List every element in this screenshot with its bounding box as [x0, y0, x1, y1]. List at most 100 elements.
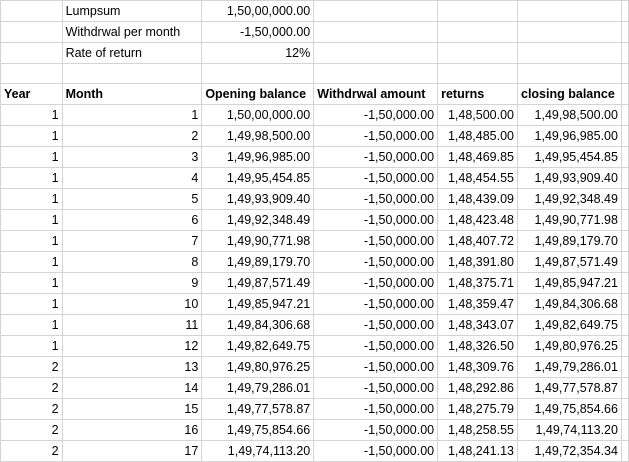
year-cell[interactable]: 1 [0, 293, 63, 315]
input-value-cell[interactable]: 1,50,00,000.00 [201, 0, 315, 22]
month-cell[interactable]: 14 [61, 377, 203, 399]
opening-balance-cell[interactable]: 1,49,82,649.75 [201, 335, 315, 357]
opening-balance-cell[interactable]: 1,49,75,854.66 [201, 419, 315, 441]
closing-balance-cell[interactable]: 1,49,85,947.21 [517, 272, 622, 294]
empty-cell[interactable] [517, 21, 622, 43]
input-label-cell[interactable]: Rate of return [61, 42, 203, 64]
month-cell[interactable]: 4 [61, 167, 203, 189]
withdrawal-amount-cell[interactable]: -1,50,000.00 [313, 335, 439, 357]
month-cell[interactable]: 1 [61, 104, 203, 126]
returns-cell[interactable]: 1,48,375.71 [437, 272, 518, 294]
empty-cell[interactable] [620, 356, 629, 378]
empty-cell[interactable] [620, 167, 629, 189]
opening-balance-cell[interactable]: 1,49,89,179.70 [201, 251, 315, 273]
input-value-cell[interactable]: 12% [201, 42, 315, 64]
year-cell[interactable]: 2 [0, 440, 63, 462]
empty-cell[interactable] [620, 104, 629, 126]
withdrawal-amount-cell[interactable]: -1,50,000.00 [313, 398, 439, 420]
returns-cell[interactable]: 1,48,391.80 [437, 251, 518, 273]
column-header[interactable]: Opening balance [201, 83, 315, 105]
empty-cell[interactable] [620, 209, 629, 231]
empty-cell[interactable] [620, 0, 629, 22]
column-header[interactable]: Month [61, 83, 203, 105]
returns-cell[interactable]: 1,48,343.07 [437, 314, 518, 336]
month-cell[interactable]: 16 [61, 419, 203, 441]
returns-cell[interactable]: 1,48,326.50 [437, 335, 518, 357]
input-value-cell[interactable]: -1,50,000.00 [201, 21, 315, 43]
column-header[interactable]: Year [0, 83, 63, 105]
empty-cell[interactable] [517, 0, 622, 22]
year-cell[interactable]: 1 [0, 167, 63, 189]
returns-cell[interactable]: 1,48,469.85 [437, 146, 518, 168]
withdrawal-amount-cell[interactable]: -1,50,000.00 [313, 230, 439, 252]
column-header[interactable]: Withdrwal amount [313, 83, 439, 105]
closing-balance-cell[interactable]: 1,49,95,454.85 [517, 146, 622, 168]
month-cell[interactable]: 5 [61, 188, 203, 210]
empty-cell[interactable] [620, 377, 629, 399]
empty-cell[interactable] [0, 0, 63, 22]
empty-cell[interactable] [620, 146, 629, 168]
year-cell[interactable]: 1 [0, 251, 63, 273]
returns-cell[interactable]: 1,48,309.76 [437, 356, 518, 378]
returns-cell[interactable]: 1,48,258.55 [437, 419, 518, 441]
column-header[interactable]: returns [437, 83, 518, 105]
empty-cell[interactable] [620, 419, 629, 441]
opening-balance-cell[interactable]: 1,49,95,454.85 [201, 167, 315, 189]
empty-cell[interactable] [201, 63, 315, 84]
returns-cell[interactable]: 1,48,454.55 [437, 167, 518, 189]
returns-cell[interactable]: 1,48,439.09 [437, 188, 518, 210]
withdrawal-amount-cell[interactable]: -1,50,000.00 [313, 419, 439, 441]
year-cell[interactable]: 2 [0, 356, 63, 378]
empty-cell[interactable] [517, 63, 622, 84]
closing-balance-cell[interactable]: 1,49,89,179.70 [517, 230, 622, 252]
input-label-cell[interactable]: Lumpsum [61, 0, 203, 22]
year-cell[interactable]: 1 [0, 230, 63, 252]
empty-cell[interactable] [620, 21, 629, 43]
opening-balance-cell[interactable]: 1,49,74,113.20 [201, 440, 315, 462]
year-cell[interactable]: 1 [0, 104, 63, 126]
closing-balance-cell[interactable]: 1,49,84,306.68 [517, 293, 622, 315]
opening-balance-cell[interactable]: 1,49,90,771.98 [201, 230, 315, 252]
closing-balance-cell[interactable]: 1,49,80,976.25 [517, 335, 622, 357]
month-cell[interactable]: 12 [61, 335, 203, 357]
year-cell[interactable]: 1 [0, 188, 63, 210]
empty-cell[interactable] [437, 63, 518, 84]
empty-cell[interactable] [620, 83, 629, 105]
year-cell[interactable]: 1 [0, 146, 63, 168]
month-cell[interactable]: 10 [61, 293, 203, 315]
withdrawal-amount-cell[interactable]: -1,50,000.00 [313, 209, 439, 231]
month-cell[interactable]: 11 [61, 314, 203, 336]
empty-cell[interactable] [437, 42, 518, 64]
withdrawal-amount-cell[interactable]: -1,50,000.00 [313, 167, 439, 189]
empty-cell[interactable] [0, 63, 63, 84]
empty-cell[interactable] [313, 21, 439, 43]
closing-balance-cell[interactable]: 1,49,82,649.75 [517, 314, 622, 336]
withdrawal-amount-cell[interactable]: -1,50,000.00 [313, 377, 439, 399]
returns-cell[interactable]: 1,48,485.00 [437, 125, 518, 147]
empty-cell[interactable] [437, 21, 518, 43]
withdrawal-amount-cell[interactable]: -1,50,000.00 [313, 188, 439, 210]
year-cell[interactable]: 1 [0, 209, 63, 231]
year-cell[interactable]: 1 [0, 125, 63, 147]
closing-balance-cell[interactable]: 1,49,93,909.40 [517, 167, 622, 189]
closing-balance-cell[interactable]: 1,49,77,578.87 [517, 377, 622, 399]
closing-balance-cell[interactable]: 1,49,74,113.20 [517, 419, 622, 441]
withdrawal-amount-cell[interactable]: -1,50,000.00 [313, 272, 439, 294]
year-cell[interactable]: 2 [0, 419, 63, 441]
returns-cell[interactable]: 1,48,359.47 [437, 293, 518, 315]
opening-balance-cell[interactable]: 1,49,98,500.00 [201, 125, 315, 147]
opening-balance-cell[interactable]: 1,49,93,909.40 [201, 188, 315, 210]
returns-cell[interactable]: 1,48,241.13 [437, 440, 518, 462]
empty-cell[interactable] [620, 398, 629, 420]
closing-balance-cell[interactable]: 1,49,96,985.00 [517, 125, 622, 147]
month-cell[interactable]: 3 [61, 146, 203, 168]
opening-balance-cell[interactable]: 1,49,84,306.68 [201, 314, 315, 336]
withdrawal-amount-cell[interactable]: -1,50,000.00 [313, 251, 439, 273]
month-cell[interactable]: 17 [61, 440, 203, 462]
year-cell[interactable]: 2 [0, 398, 63, 420]
month-cell[interactable]: 15 [61, 398, 203, 420]
withdrawal-amount-cell[interactable]: -1,50,000.00 [313, 146, 439, 168]
empty-cell[interactable] [620, 188, 629, 210]
withdrawal-amount-cell[interactable]: -1,50,000.00 [313, 125, 439, 147]
opening-balance-cell[interactable]: 1,49,79,286.01 [201, 377, 315, 399]
